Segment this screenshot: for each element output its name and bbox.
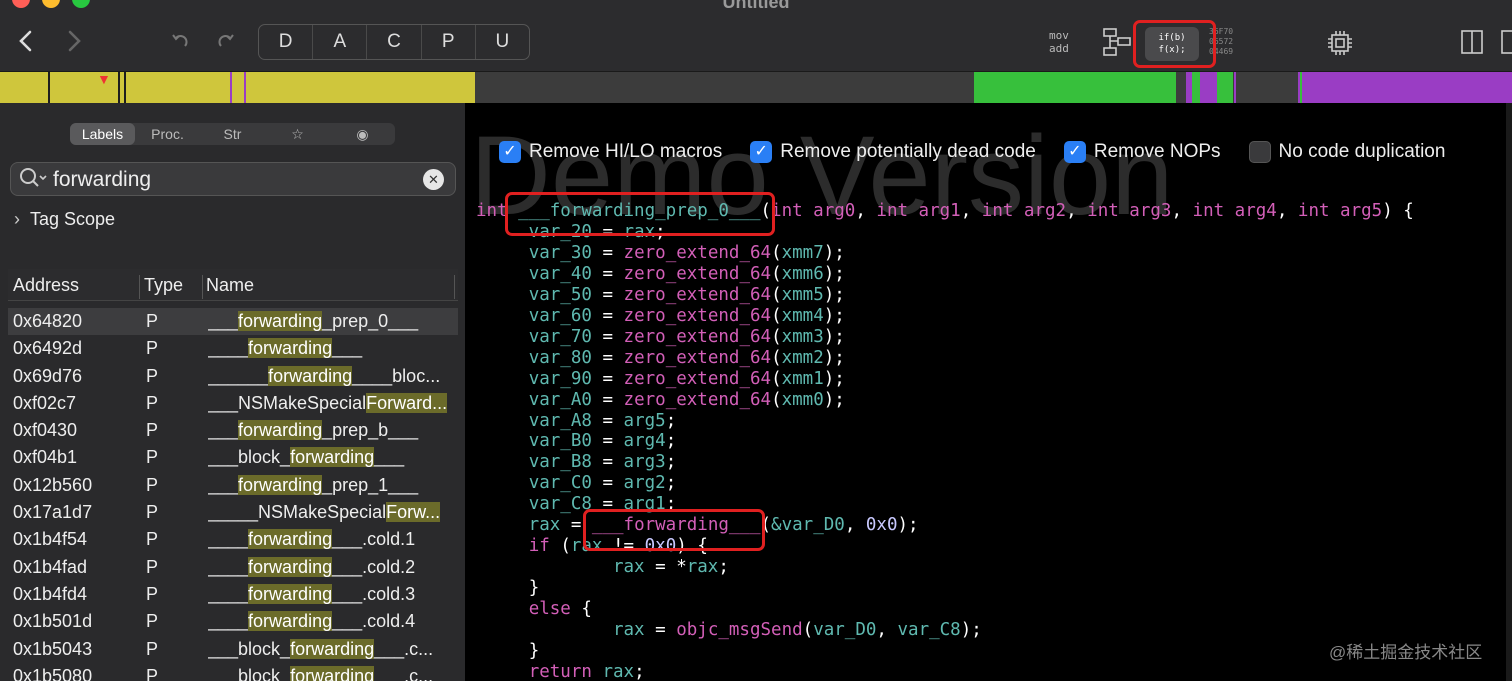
labels-sidebar: Labels Proc. Str ☆ ◉ ✕ ›Tag Scope Addres… (0, 103, 465, 681)
checkbox-checked-icon[interactable]: ✓ (750, 141, 773, 163)
table-row[interactable]: 0xf04b1 P ___block_forwarding___ (8, 444, 458, 471)
mode-p-button[interactable]: P (422, 25, 476, 59)
view-mode-segmented-control: D A C P U (258, 24, 530, 60)
checkbox-unchecked-icon[interactable] (1248, 141, 1271, 163)
column-divider[interactable] (202, 275, 203, 299)
assembly-mode-button[interactable]: mov add (1049, 29, 1069, 55)
source-code[interactable]: int ___forwarding_prep_0___(int arg0, in… (476, 201, 1414, 681)
table-row[interactable]: 0x6492d P ____forwarding___ (8, 335, 458, 362)
vertical-scrollbar[interactable] (1506, 103, 1512, 681)
right-panel-toggle-icon[interactable] (1500, 29, 1512, 60)
option-no-code-duplication[interactable]: No code duplication (1248, 141, 1445, 163)
nav-marker (230, 72, 232, 103)
table-row[interactable]: 0x64820 P ___forwarding_prep_0___ (8, 308, 458, 336)
current-position-arrow-icon: ▼ (97, 72, 111, 87)
table-row[interactable]: 0x1b5043 P ___block_forwarding___.c... (8, 636, 458, 663)
toolbar: Untitled D A C P U mov add if(b) f(x); 3… (0, 0, 1512, 72)
column-divider[interactable] (454, 275, 455, 299)
undo-icon[interactable] (170, 32, 190, 57)
option-remove-nops[interactable]: ✓ Remove NOPs (1063, 141, 1221, 163)
option-remove-dead-code[interactable]: ✓ Remove potentially dead code (750, 141, 1036, 163)
table-row[interactable]: 0x1b5080 P ___block_forwarding___.c... (8, 663, 458, 681)
table-row[interactable]: 0x1b501d P ____forwarding___.cold.4 (8, 608, 458, 635)
sidebar-toggle-icon[interactable] (1460, 29, 1484, 60)
mode-c-button[interactable]: C (367, 25, 422, 59)
nav-marker (118, 72, 120, 103)
column-type[interactable]: Type (144, 275, 183, 296)
nav-segment-gap (1176, 72, 1186, 103)
table-row[interactable]: 0x12b560 P ___forwarding_prep_1___ (8, 472, 458, 499)
function-name: ___forwarding_prep_0___ (518, 201, 761, 221)
nav-marker (124, 72, 126, 103)
nav-segment-green-b (1192, 72, 1200, 103)
nav-segment-data (974, 72, 1176, 103)
nav-segment-code (0, 72, 475, 103)
table-row[interactable]: 0xf02c7 P ___NSMakeSpecialForward... (8, 390, 458, 417)
option-remove-hilo-macros[interactable]: ✓ Remove HI/LO macros (499, 141, 722, 163)
nav-segment-external (1298, 72, 1512, 103)
checkbox-checked-icon[interactable]: ✓ (1063, 141, 1086, 163)
search-input[interactable] (53, 167, 413, 193)
mode-a-button[interactable]: A (313, 25, 368, 59)
nav-marker (1234, 72, 1236, 103)
nav-marker (48, 72, 50, 103)
checkbox-checked-icon[interactable]: ✓ (499, 141, 521, 163)
pseudo-code-button[interactable]: if(b) f(x); (1145, 27, 1199, 61)
source-credit: @稀土掘金技术社区 (1329, 643, 1483, 662)
chevron-right-icon[interactable] (64, 30, 84, 57)
tag-scope-disclosure[interactable]: › Tag Scope (14, 209, 115, 230)
mode-u-button[interactable]: U (476, 25, 529, 59)
table-row[interactable]: 0xf0430 P ___forwarding_prep_b___ (8, 417, 458, 444)
nav-marker (244, 72, 246, 103)
cpu-chip-icon[interactable] (1326, 29, 1354, 62)
chevron-right-icon: › (14, 209, 20, 229)
column-name[interactable]: Name (206, 275, 254, 296)
search-box: ✕ (10, 162, 456, 196)
segment-navigation-bar[interactable]: ▼ (0, 72, 1512, 103)
control-flow-graph-icon[interactable] (1102, 27, 1132, 62)
table-row[interactable]: 0x1b4fd4 P ____forwarding___.cold.3 (8, 581, 458, 608)
chevron-left-icon[interactable] (16, 30, 36, 57)
table-row[interactable]: 0x1b4f54 P ____forwarding___.cold.1 (8, 526, 458, 553)
pseudo-code-view[interactable]: Demo Version ✓ Remove HI/LO macros ✓ Remov… (465, 103, 1512, 681)
sidebar-tabs: Labels Proc. Str ☆ ◉ (70, 123, 395, 145)
tab-procedures[interactable]: Proc. (135, 123, 200, 145)
redo-icon[interactable] (216, 32, 236, 57)
nav-segment-green-c (1217, 72, 1233, 103)
window-title: Untitled (722, 0, 790, 12)
table-row[interactable]: 0x1b4fad P ____forwarding___.cold.2 (8, 554, 458, 581)
tab-bookmarks-star-icon[interactable]: ☆ (265, 123, 330, 145)
tab-labels[interactable]: Labels (70, 123, 135, 145)
search-icon[interactable] (18, 166, 48, 198)
tab-tags-circle-icon[interactable]: ◉ (330, 123, 395, 145)
hex-mode-button[interactable]: 36F70 06572 04469 (1209, 27, 1233, 57)
table-row[interactable]: 0x69d76 P ______forwarding____bloc... (8, 363, 458, 390)
call-function-name: ___forwarding___ (591, 515, 761, 536)
labels-table-header: Address Type Name (8, 269, 458, 301)
table-row[interactable]: 0x17a1d7 P _____NSMakeSpecialForw... (8, 499, 458, 526)
labels-table: 0x64820 P ___forwarding_prep_0___ 0x6492d P… (8, 308, 458, 681)
column-divider[interactable] (139, 275, 140, 299)
tab-strings[interactable]: Str (200, 123, 265, 145)
nav-marker (1300, 72, 1302, 103)
column-address[interactable]: Address (13, 275, 79, 296)
nav-segment-purple-b (1200, 72, 1217, 103)
clear-search-icon[interactable]: ✕ (423, 169, 444, 190)
mode-d-button[interactable]: D (259, 25, 314, 59)
decompiler-options: ✓ Remove HI/LO macros ✓ Remove potentially… (499, 141, 1473, 163)
